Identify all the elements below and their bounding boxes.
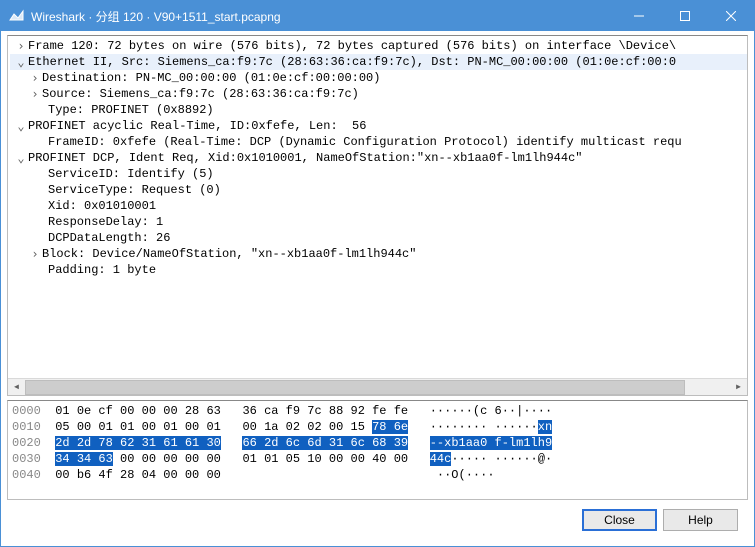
hex-row[interactable]: 0010 05 00 01 01 00 01 00 01 00 1a 02 02… [12,419,743,435]
hex-row[interactable]: 0000 01 0e cf 00 00 00 28 63 36 ca f9 7c… [12,403,743,419]
tree-label: FrameID: 0xfefe (Real-Time: DCP (Dynamic… [48,135,682,149]
scroll-right-icon[interactable]: ▸ [730,379,747,396]
tree-label: Ethernet II, Src: Siemens_ca:f9:7c (28:6… [28,55,676,69]
hex-offset: 0040 [12,468,41,482]
tree-item-block[interactable]: ›Block: Device/NameOfStation, "xn--xb1aa… [10,246,747,262]
tree-item-profinet-dcp[interactable]: ⌄PROFINET DCP, Ident Req, Xid:0x1010001,… [10,150,747,166]
hex-offset: 0020 [12,436,41,450]
tree-label: Frame 120: 72 bytes on wire (576 bits), … [28,39,676,53]
tree-label: Destination: PN-MC_00:00:00 (01:0e:cf:00… [42,71,380,85]
collapse-icon[interactable]: ⌄ [14,150,28,166]
hex-bytes: 00 b6 4f 28 04 00 00 00 [55,468,221,482]
scroll-thumb[interactable] [25,380,685,395]
hex-bytes: 05 00 01 01 00 01 00 01 [55,420,221,434]
tree-item-eth-type[interactable]: Type: PROFINET (0x8892) [10,102,747,118]
hex-bytes-highlight: 34 34 63 [55,452,113,466]
hex-bytes-highlight: 2d 2d 78 62 31 61 61 30 [55,436,221,450]
dialog-footer: Close Help [7,500,748,540]
tree-item-frameid[interactable]: FrameID: 0xfefe (Real-Time: DCP (Dynamic… [10,134,747,150]
hex-ascii: ····· ······@· [451,452,552,466]
tree-label: Xid: 0x01010001 [48,199,156,213]
tree-label: ServiceID: Identify (5) [48,167,214,181]
button-label: Close [604,513,635,527]
title-bar: Wireshark · 分组 120 · V90+1511_start.pcap… [1,1,754,31]
tree-item-xid[interactable]: Xid: 0x01010001 [10,198,747,214]
tree-label: Padding: 1 byte [48,263,156,277]
packet-details-pane[interactable]: ›Frame 120: 72 bytes on wire (576 bits),… [7,35,748,396]
content-area: ›Frame 120: 72 bytes on wire (576 bits),… [1,31,754,546]
packet-details-body: ›Frame 120: 72 bytes on wire (576 bits),… [8,36,747,378]
packet-bytes-pane[interactable]: 0000 01 0e cf 00 00 00 28 63 36 ca f9 7c… [7,400,748,500]
hex-row[interactable]: 0040 00 b6 4f 28 04 00 00 00 ··O(···· [12,467,743,483]
tree-item-serviceid[interactable]: ServiceID: Identify (5) [10,166,747,182]
tree-item-eth-dst[interactable]: ›Destination: PN-MC_00:00:00 (01:0e:cf:0… [10,70,747,86]
window-title: Wireshark · 分组 120 · V90+1511_start.pcap… [31,8,616,25]
tree-item-ethernet[interactable]: ⌄Ethernet II, Src: Siemens_ca:f9:7c (28:… [10,54,747,70]
hex-bytes-highlight: 66 2d 6c 6d 31 6c 68 39 [242,436,408,450]
expand-icon[interactable]: › [28,86,42,102]
minimize-button[interactable] [616,1,662,31]
close-button[interactable]: Close [582,509,657,531]
tree-item-dcpdatalength[interactable]: DCPDataLength: 26 [10,230,747,246]
hex-ascii-highlight: --xb1aa0 f-lm1lh9 [430,436,552,450]
tree-item-servicetype[interactable]: ServiceType: Request (0) [10,182,747,198]
tree-label: Source: Siemens_ca:f9:7c (28:63:36:ca:f9… [42,87,359,101]
tree-label: DCPDataLength: 26 [48,231,170,245]
tree-item-profinet-rt[interactable]: ⌄PROFINET acyclic Real-Time, ID:0xfefe, … [10,118,747,134]
tree-label: PROFINET DCP, Ident Req, Xid:0x1010001, … [28,151,583,165]
hex-ascii-highlight: 44c [430,452,452,466]
horizontal-scrollbar[interactable]: ◂ ▸ [8,378,747,395]
button-label: Help [688,513,713,527]
help-button[interactable]: Help [663,509,738,531]
hex-bytes-highlight: 78 6e [372,420,408,434]
hex-bytes: 01 0e cf 00 00 00 28 63 [55,404,221,418]
tree-item-responsedelay[interactable]: ResponseDelay: 1 [10,214,747,230]
window-controls [616,1,754,31]
collapse-icon[interactable]: ⌄ [14,54,28,70]
hex-ascii: ········ ······ [430,420,538,434]
expand-icon[interactable]: › [14,38,28,54]
tree-label: Type: PROFINET (0x8892) [48,103,214,117]
hex-row[interactable]: 0030 34 34 63 00 00 00 00 00 01 01 05 10… [12,451,743,467]
tree-label: PROFINET acyclic Real-Time, ID:0xfefe, L… [28,119,366,133]
maximize-button[interactable] [662,1,708,31]
wireshark-logo-icon [9,8,25,24]
tree-item-padding[interactable]: Padding: 1 byte [10,262,747,278]
collapse-icon[interactable]: ⌄ [14,118,28,134]
close-window-button[interactable] [708,1,754,31]
hex-ascii: ··O(···· [437,468,502,482]
scroll-left-icon[interactable]: ◂ [8,379,25,396]
tree-label: ResponseDelay: 1 [48,215,163,229]
hex-offset: 0030 [12,452,41,466]
hex-offset: 0010 [12,420,41,434]
hex-ascii: ······(c 6··|···· [430,404,552,418]
scroll-track[interactable] [25,379,730,396]
hex-bytes: 01 01 05 10 00 00 40 00 [242,452,408,466]
expand-icon[interactable]: › [28,70,42,86]
expand-icon[interactable]: › [28,246,42,262]
tree-label: Block: Device/NameOfStation, "xn--xb1aa0… [42,247,416,261]
hex-offset: 0000 [12,404,41,418]
hex-ascii-highlight: xn [538,420,552,434]
tree-item-eth-src[interactable]: ›Source: Siemens_ca:f9:7c (28:63:36:ca:f… [10,86,747,102]
tree-label: ServiceType: Request (0) [48,183,221,197]
hex-bytes: 00 00 00 00 00 [113,452,221,466]
hex-bytes: 36 ca f9 7c 88 92 fe fe [242,404,408,418]
hex-bytes: 00 1a 02 02 00 15 [242,420,372,434]
hex-row[interactable]: 0020 2d 2d 78 62 31 61 61 30 66 2d 6c 6d… [12,435,743,451]
tree-item-frame[interactable]: ›Frame 120: 72 bytes on wire (576 bits),… [10,38,747,54]
